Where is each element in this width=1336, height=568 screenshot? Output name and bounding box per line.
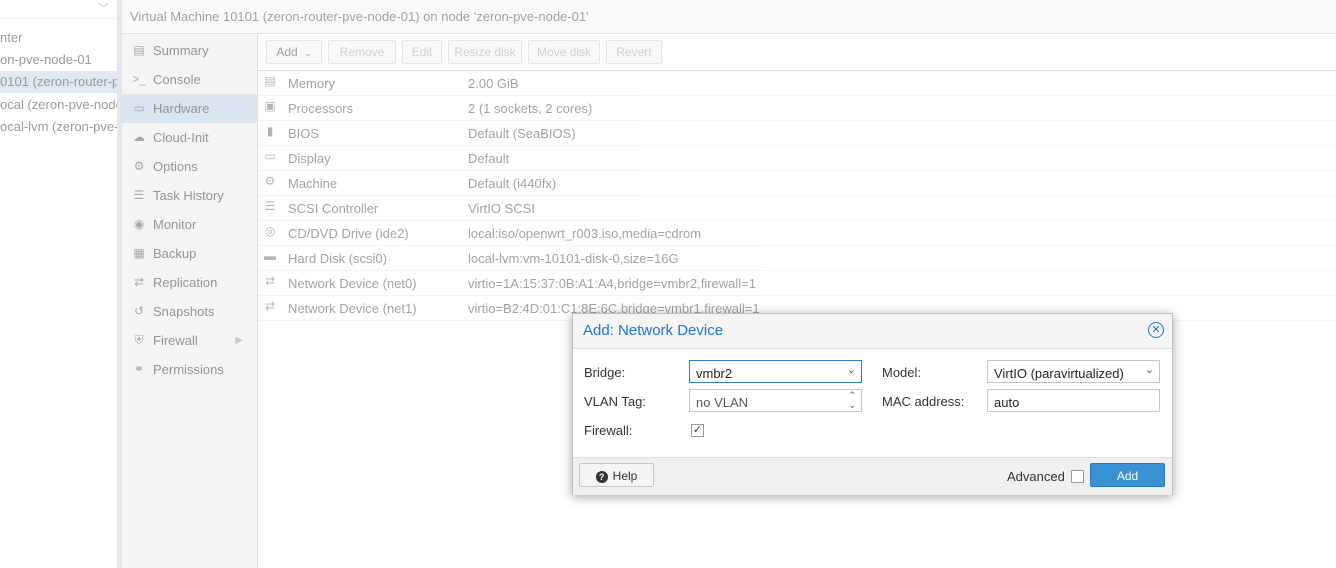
add-button[interactable]: Add — [1090, 463, 1165, 487]
database-icon: ☰ — [264, 199, 276, 213]
help-button[interactable]: ? Help — [579, 463, 654, 487]
dialog-title: Add: Network Device — [583, 322, 724, 339]
menu-item-task-history[interactable]: ☰ Task History — [122, 181, 257, 210]
firewall-label: Firewall: — [584, 423, 633, 438]
add-menu-button[interactable]: Add ⌄ — [266, 40, 322, 64]
menu-item-options[interactable]: ⚙ Options — [122, 152, 257, 181]
resize-disk-button[interactable]: Resize disk — [448, 40, 522, 64]
cdrom-icon: ◎ — [264, 224, 276, 238]
tree-item-node[interactable]: on-pve-node-01 — [0, 49, 92, 71]
remove-button[interactable]: Remove — [328, 40, 396, 64]
question-circle-icon: ? — [595, 471, 608, 483]
retweet-icon: ⇄ — [133, 275, 145, 289]
table-row[interactable]: ⚙ Machine Default (i440fx) — [258, 171, 1336, 196]
menu-item-cloud-init[interactable]: ☁ Cloud-Init — [122, 123, 257, 152]
hdd-icon: ▬ — [264, 249, 276, 263]
floppy-icon: ▦ — [133, 246, 145, 260]
vlan-tag-label: VLAN Tag: — [584, 394, 646, 409]
unlock-icon: ⚭ — [133, 362, 145, 376]
bridge-select[interactable]: vmbr2 ⌄ — [689, 360, 862, 383]
mac-address-input[interactable]: auto — [987, 389, 1160, 412]
list-icon: ☰ — [133, 188, 145, 202]
tree-item-vm[interactable]: 0101 (zeron-router-p — [0, 71, 117, 93]
table-row[interactable]: ▬ Hard Disk (scsi0) local-lvm:vm-10101-d… — [258, 246, 1336, 271]
tree-item-storage-local-lvm[interactable]: ocal-lvm (zeron-pve- — [0, 116, 117, 138]
book-icon: ▤ — [133, 43, 145, 57]
menu-item-snapshots[interactable]: ↺ Snapshots — [122, 297, 257, 326]
chevron-down-icon[interactable]: ⌄ — [1145, 363, 1154, 376]
model-select[interactable]: VirtIO (paravirtualized) ⌄ — [987, 360, 1160, 383]
menu-item-firewall[interactable]: ⛨ Firewall ▶ — [122, 326, 257, 355]
table-row[interactable]: ▣ Processors 2 (1 sockets, 2 cores) — [258, 96, 1336, 121]
desktop-icon: ▭ — [264, 149, 276, 163]
history-icon: ↺ — [133, 304, 145, 318]
vlan-tag-spinner[interactable]: no VLAN ⌃ ⌄ — [689, 389, 862, 412]
gear-icon: ⚙ — [133, 159, 145, 173]
advanced-checkbox[interactable] — [1071, 470, 1084, 483]
menu-item-backup[interactable]: ▦ Backup — [122, 239, 257, 268]
exchange-icon: ⇄ — [264, 274, 276, 288]
revert-button[interactable]: Revert — [606, 40, 662, 64]
chevron-right-icon: ▶ — [235, 335, 243, 346]
hardware-toolbar: Add ⌄ Remove Edit Resize disk Move disk … — [258, 34, 1336, 71]
menu-item-hardware[interactable]: ▭ Hardware — [122, 94, 257, 123]
tree-item-datacenter[interactable]: nter — [0, 27, 22, 49]
table-row[interactable]: ▮ BIOS Default (SeaBIOS) — [258, 121, 1336, 146]
page-title: Virtual Machine 10101 (zeron-router-pve-… — [130, 9, 589, 24]
mac-address-label: MAC address: — [882, 394, 965, 409]
microchip-icon: ▮ — [266, 124, 274, 138]
chevron-down-icon[interactable]: ﹀ — [98, 0, 109, 16]
table-row[interactable]: ◎ CD/DVD Drive (ide2) local:iso/openwrt_… — [258, 221, 1336, 246]
model-label: Model: — [882, 365, 922, 380]
cogs-icon: ⚙ — [264, 174, 276, 188]
content-header: Virtual Machine 10101 (zeron-router-pve-… — [122, 0, 1336, 34]
dialog-header[interactable]: Add: Network Device ✕ — [573, 314, 1172, 349]
menu-item-monitor[interactable]: ◉ Monitor — [122, 210, 257, 239]
table-row[interactable]: ▭ Display Default — [258, 146, 1336, 171]
bridge-label: Bridge: — [584, 365, 626, 380]
spinner-arrows-icon[interactable]: ⌃ ⌄ — [848, 390, 856, 410]
chevron-down-icon: ⌄ — [304, 48, 312, 58]
memory-icon: ▤ — [264, 74, 276, 88]
menu-item-console[interactable]: >_ Console — [122, 65, 257, 94]
edit-button[interactable]: Edit — [402, 40, 442, 64]
close-icon[interactable]: ✕ — [1148, 322, 1164, 338]
firewall-checkbox[interactable]: ✓ — [691, 424, 704, 437]
menu-item-permissions[interactable]: ⚭ Permissions — [122, 355, 257, 384]
dialog-footer: ? Help Advanced Add — [573, 457, 1172, 495]
table-row[interactable]: ☰ SCSI Controller VirtIO SCSI — [258, 196, 1336, 221]
tree-item-storage-local[interactable]: ocal (zeron-pve-node — [0, 94, 117, 116]
add-network-device-dialog: Add: Network Device ✕ Bridge: vmbr2 ⌄ VL… — [572, 313, 1173, 495]
terminal-icon: >_ — [132, 72, 146, 86]
table-row[interactable]: ▤ Memory 2.00 GiB — [258, 71, 1336, 96]
resource-tree: ﹀ nter on-pve-node-01 0101 (zeron-router… — [0, 0, 117, 568]
menu-item-summary[interactable]: ▤ Summary — [122, 36, 257, 65]
view-selector[interactable]: ﹀ — [0, 0, 117, 19]
cpu-icon: ▣ — [264, 99, 276, 113]
monitor-icon: ▭ — [133, 101, 145, 115]
cloud-icon: ☁ — [133, 130, 145, 144]
chevron-down-icon[interactable]: ⌄ — [847, 363, 856, 376]
exchange-icon: ⇄ — [264, 299, 276, 313]
menu-item-replication[interactable]: ⇄ Replication — [122, 268, 257, 297]
advanced-label: Advanced — [1007, 469, 1065, 484]
vm-config-menu: ▤ Summary >_ Console ▭ Hardware ☁ Cloud-… — [122, 34, 258, 568]
move-disk-button[interactable]: Move disk — [528, 40, 600, 64]
shield-icon: ⛨ — [134, 333, 144, 347]
table-row[interactable]: ⇄ Network Device (net0) virtio=1A:15:37:… — [258, 271, 1336, 296]
eye-icon: ◉ — [133, 217, 145, 231]
